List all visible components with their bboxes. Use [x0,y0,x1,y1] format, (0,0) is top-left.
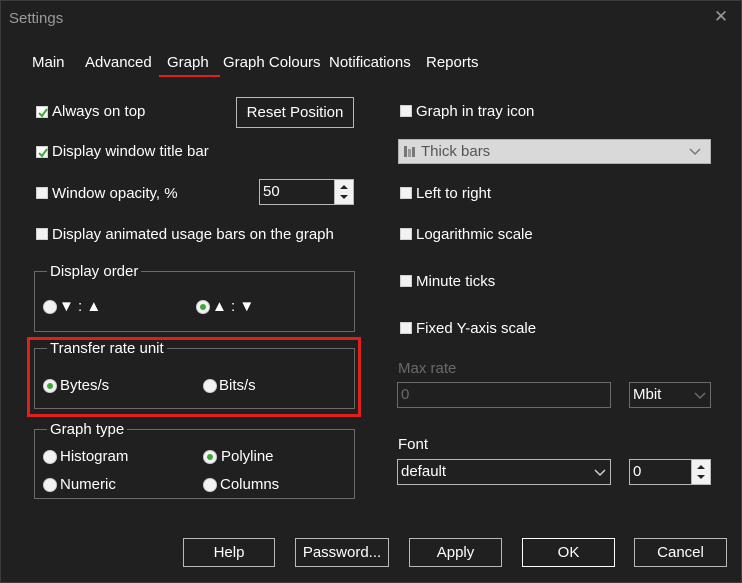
spin-down-icon [340,195,348,199]
display-order-option-1: ▼ : ▲ [59,298,102,315]
apply-button[interactable]: Apply [409,538,502,567]
font-label: Font [398,436,429,453]
chevron-down-icon [694,392,706,400]
display-order-legend: Display order [47,263,142,280]
tray-style-select[interactable]: Thick bars [398,139,711,164]
columns-radio[interactable] [203,478,217,492]
fixed-y-axis-checkbox[interactable] [400,322,412,334]
graph-in-tray-checkbox[interactable] [400,105,412,117]
tab-graph-colours[interactable]: Graph Colours [223,54,321,71]
spin-up-icon [697,465,705,469]
max-rate-unit-value: Mbit [633,386,662,403]
spin-down-icon [697,475,705,479]
polyline-radio[interactable] [203,450,217,464]
animated-bars-label: Display animated usage bars on the graph [52,226,334,243]
fixed-y-axis-label: Fixed Y-axis scale [416,320,537,337]
active-tab-indicator [159,75,220,77]
tray-style-value: Thick bars [421,143,491,160]
always-on-top-label: Always on top [52,103,146,120]
left-to-right-label: Left to right [416,185,492,202]
histogram-radio[interactable] [43,450,57,464]
numeric-label: Numeric [60,476,116,493]
max-rate-label: Max rate [398,360,457,377]
bits-per-second-label: Bits/s [219,377,256,394]
minute-ticks-checkbox[interactable] [400,275,412,287]
checkmark-icon [38,108,48,118]
checkmark-icon [38,148,48,158]
graph-in-tray-label: Graph in tray icon [416,103,535,120]
tab-reports[interactable]: Reports [426,54,479,71]
left-to-right-checkbox[interactable] [400,187,412,199]
max-rate-input[interactable]: 0 [397,382,611,408]
password-button[interactable]: Password... [295,538,389,567]
logarithmic-scale-checkbox[interactable] [400,228,412,240]
numeric-radio[interactable] [43,478,57,492]
close-icon[interactable]: ✕ [707,5,735,29]
spin-up-icon [340,185,348,189]
columns-label: Columns [220,476,280,493]
chevron-down-icon [689,148,701,156]
bits-per-second-radio[interactable] [203,379,217,393]
tab-main[interactable]: Main [32,54,65,71]
font-size-value: 0 [633,463,642,480]
transfer-rate-unit-legend: Transfer rate unit [47,340,167,357]
tab-notifications[interactable]: Notifications [329,54,411,71]
display-title-bar-checkbox[interactable] [36,146,48,158]
display-order-option-2: ▲ : ▼ [212,298,255,315]
font-size-input[interactable]: 0 [629,459,711,485]
font-size-spinner[interactable] [691,460,710,484]
display-order-radio-1[interactable] [43,300,57,314]
font-value: default [401,463,447,480]
histogram-label: Histogram [60,448,129,465]
polyline-label: Polyline [221,448,274,465]
ok-button[interactable]: OK [522,538,615,567]
always-on-top-checkbox[interactable] [36,106,48,118]
window-opacity-checkbox[interactable] [36,187,48,199]
help-button[interactable]: Help [183,538,275,567]
max-rate-unit-select[interactable]: Mbit [629,382,711,408]
bytes-per-second-label: Bytes/s [60,377,110,394]
animated-bars-checkbox[interactable] [36,228,48,240]
bytes-per-second-radio[interactable] [43,379,57,393]
reset-position-button[interactable]: Reset Position [236,97,354,128]
window-opacity-label: Window opacity, % [52,185,178,202]
logarithmic-scale-label: Logarithmic scale [416,226,533,243]
display-order-radio-2[interactable] [196,300,210,314]
bars-icon [404,146,415,157]
chevron-down-icon [594,469,606,477]
graph-type-legend: Graph type [47,421,128,438]
window-title: Settings [9,10,64,27]
window-opacity-input[interactable]: 50 [259,179,354,205]
display-title-bar-label: Display window title bar [52,143,209,160]
tab-graph[interactable]: Graph [167,54,209,71]
tab-advanced[interactable]: Advanced [85,54,152,71]
settings-window: Settings ✕ Main Advanced Graph Graph Col… [0,0,742,583]
max-rate-value: 0 [401,386,410,403]
font-select[interactable]: default [397,459,611,485]
minute-ticks-label: Minute ticks [416,273,496,290]
cancel-button[interactable]: Cancel [634,538,727,567]
window-opacity-value: 50 [263,183,280,200]
window-opacity-spinner[interactable] [334,180,353,204]
